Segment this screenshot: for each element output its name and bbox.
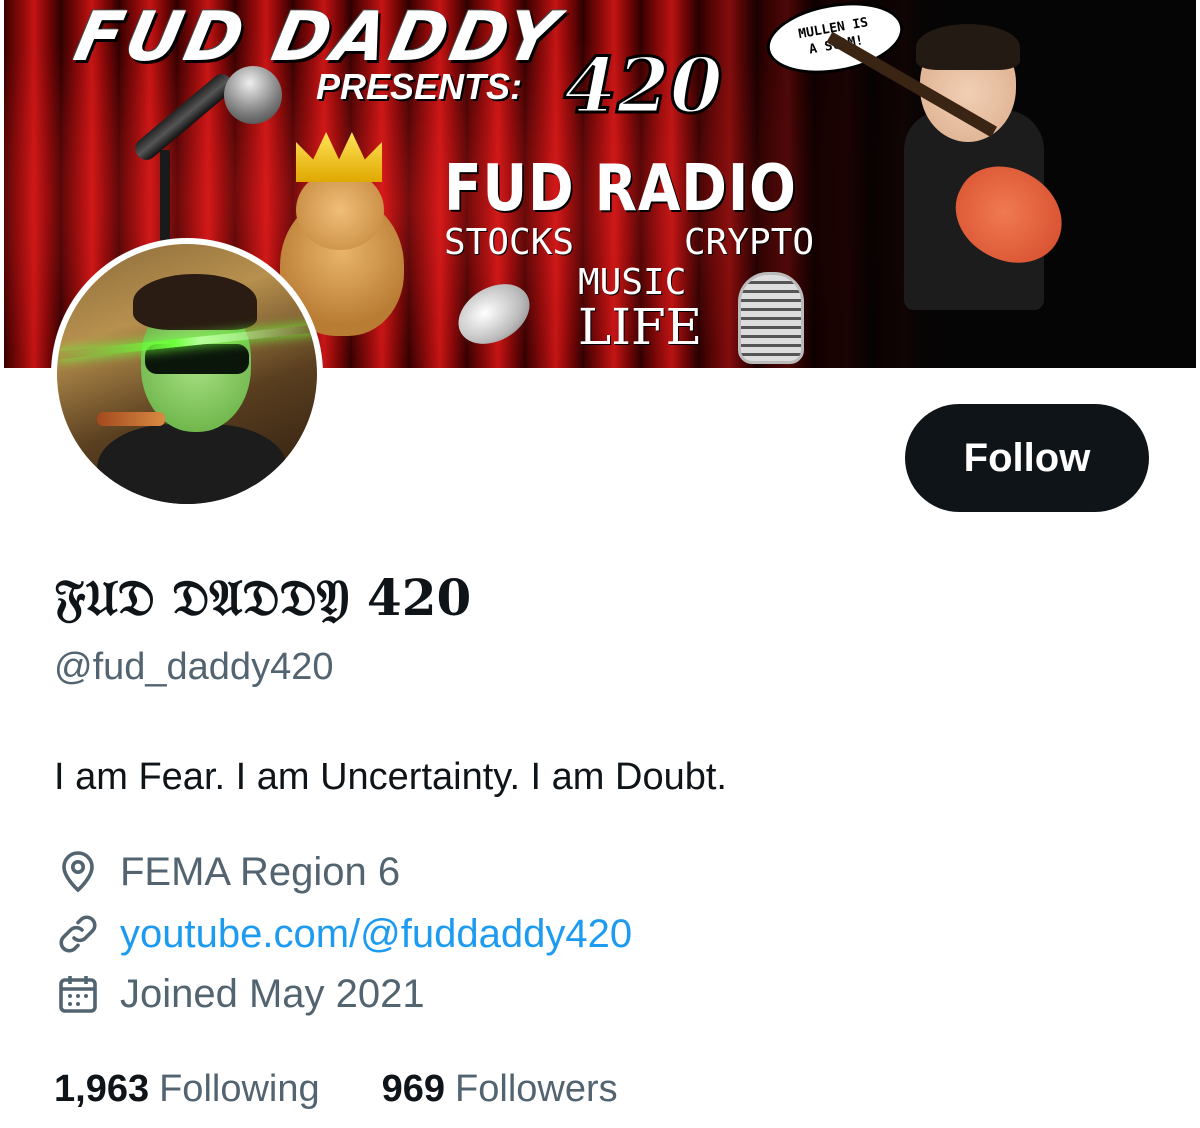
follow-stats: 1,963 Following 969 Followers bbox=[54, 1068, 680, 1111]
banner-crown bbox=[296, 132, 382, 182]
banner-number: 420 bbox=[563, 41, 725, 130]
location-row: FEMA Region 6 bbox=[54, 848, 400, 896]
following-stat[interactable]: 1,963 Following bbox=[54, 1068, 320, 1111]
website-row: youtube.com/@fuddaddy420 bbox=[54, 910, 632, 958]
banner-word-life: LIFE bbox=[578, 298, 703, 356]
followers-label: Followers bbox=[455, 1068, 618, 1110]
website-link[interactable]: youtube.com/@fuddaddy420 bbox=[120, 912, 632, 957]
avatar-hair bbox=[133, 274, 257, 330]
banner-rocker-hair bbox=[916, 24, 1020, 70]
banner-word-stocks: STOCKS bbox=[444, 222, 575, 263]
banner-title: FUD DADDY bbox=[67, 0, 569, 77]
bio: I am Fear. I am Uncertainty. I am Doubt. bbox=[54, 756, 727, 798]
avatar[interactable] bbox=[51, 238, 323, 510]
avatar-image bbox=[57, 244, 317, 504]
handle: @fud_daddy420 bbox=[54, 646, 334, 688]
banner-teddy-head bbox=[296, 170, 384, 250]
calendar-icon bbox=[54, 970, 102, 1018]
banner-satellite-dish bbox=[447, 271, 541, 357]
follow-button[interactable]: Follow bbox=[905, 404, 1149, 512]
location-text: FEMA Region 6 bbox=[120, 849, 401, 894]
joined-text: Joined May 2021 bbox=[120, 971, 425, 1016]
banner-word-music: MUSIC bbox=[578, 262, 687, 303]
banner-radio-title: FUD RADIO bbox=[444, 152, 797, 226]
banner-studio-mic bbox=[738, 272, 804, 364]
display-name: 𝔉𝔘𝔇 𝔇𝔄𝔇𝔇𝔜 420 bbox=[54, 568, 472, 627]
banner-word-crypto: CRYPTO bbox=[684, 222, 815, 263]
banner-microphone bbox=[130, 70, 238, 164]
following-count: 1,963 bbox=[54, 1068, 150, 1110]
avatar-suit bbox=[97, 424, 287, 504]
joined-row: Joined May 2021 bbox=[54, 970, 425, 1018]
location-pin-icon bbox=[54, 848, 102, 896]
link-icon bbox=[54, 910, 102, 958]
following-label: Following bbox=[159, 1068, 320, 1110]
avatar-cigar bbox=[97, 412, 165, 426]
banner-presents: PRESENTS: bbox=[316, 66, 523, 107]
followers-count: 969 bbox=[381, 1068, 446, 1110]
followers-stat[interactable]: 969 Followers bbox=[382, 1068, 618, 1111]
